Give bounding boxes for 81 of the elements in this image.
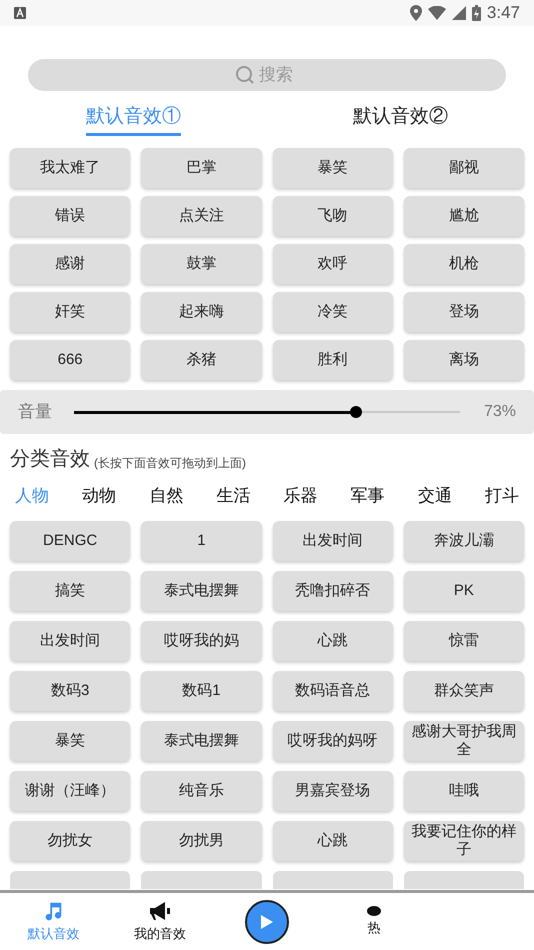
location-icon (410, 5, 422, 21)
tab[interactable]: 默认音效② (267, 103, 534, 136)
sound-button[interactable]: 秃噜扣碎否 (272, 571, 393, 611)
nav-item[interactable]: 热 (320, 906, 428, 938)
sound-button[interactable]: 尴尬 (404, 196, 524, 236)
category-tab[interactable]: 动物 (82, 483, 116, 509)
sound-button[interactable]: 哎呀我的妈 (141, 621, 262, 661)
sound-button[interactable]: 离场 (404, 340, 524, 380)
sound-button[interactable]: 鄙视 (404, 148, 524, 188)
sound-button[interactable]: 数码1 (141, 671, 262, 711)
sound-button[interactable]: 起来嗨 (141, 292, 262, 332)
sound-button[interactable]: 登场 (404, 292, 524, 332)
category-tab[interactable]: 交通 (418, 483, 452, 509)
volume-reading: 73% (482, 402, 516, 422)
app-notification-icon (14, 7, 26, 19)
sound-button[interactable]: 鼓掌 (141, 244, 262, 284)
sound-button[interactable]: 男嘉宾登场 (272, 771, 393, 811)
sound-button[interactable]: 飞吻 (272, 196, 393, 236)
sound-button[interactable]: 数码3 (10, 671, 130, 711)
sound-button[interactable]: 心跳 (272, 621, 393, 661)
search-field[interactable]: 搜索 (28, 59, 506, 91)
sound-button[interactable]: 群众笑声 (404, 671, 524, 711)
sound-button[interactable]: 感谢 (10, 244, 130, 284)
sound-button[interactable]: 勿扰男 (141, 821, 262, 861)
search-input[interactable]: 搜索 (259, 62, 299, 88)
sound-button[interactable]: 我要记住你的样子 (404, 821, 524, 861)
sound-button[interactable]: 出发时间 (272, 521, 393, 561)
play-icon (260, 914, 273, 928)
sound-button[interactable]: 纯音乐 (141, 771, 262, 811)
category-tab[interactable]: 自然 (149, 483, 184, 509)
sound-button[interactable]: DENGC (10, 521, 130, 561)
sound-button[interactable]: 666 (10, 340, 130, 380)
play-button[interactable] (244, 900, 289, 944)
section-hint: (长按下面音效可拖动到上面) (94, 455, 246, 472)
sound-button[interactable]: 勿扰女 (10, 821, 130, 861)
category-tab[interactable]: 打斗 (484, 483, 519, 509)
volume-slider[interactable] (74, 406, 460, 418)
wifi-icon (428, 6, 446, 20)
sound-button[interactable]: 机枪 (404, 244, 524, 284)
sound-button[interactable]: 冷笑 (272, 292, 393, 332)
sound-button[interactable] (10, 871, 130, 889)
sound-button[interactable]: 点关注 (141, 196, 262, 236)
sound-button[interactable]: 泰式电摆舞 (141, 721, 262, 761)
section-title: 分类音效 (10, 447, 90, 472)
sound-button[interactable]: 出发时间 (10, 621, 130, 661)
sound-button[interactable]: 1 (141, 521, 262, 561)
category-tab[interactable]: 生活 (216, 483, 250, 509)
sound-button[interactable]: 胜利 (272, 340, 393, 380)
sound-button[interactable]: 巴掌 (141, 148, 262, 188)
sound-button[interactable]: 杀猪 (141, 340, 262, 380)
sound-button[interactable]: 惊雷 (404, 621, 524, 661)
sound-button[interactable]: 数码语音总 (272, 671, 393, 711)
sound-button[interactable]: 感谢大哥护我周全 (404, 721, 524, 761)
battery-icon (472, 5, 481, 21)
sound-button[interactable]: 奸笑 (10, 292, 130, 332)
category-tab[interactable]: 军事 (350, 483, 385, 509)
slider-thumb[interactable] (350, 406, 362, 418)
sound-button[interactable]: 心跳 (272, 821, 393, 861)
megaphone-icon (148, 900, 172, 922)
nav-item[interactable]: 我的音效 (106, 900, 214, 944)
clock-time: 3:47 (486, 2, 520, 24)
sound-button[interactable]: 哎呀我的妈呀 (272, 721, 393, 761)
sound-button[interactable] (404, 871, 524, 889)
search-icon (235, 65, 255, 85)
category-tab[interactable]: 乐器 (284, 483, 318, 509)
sound-button[interactable]: 错误 (10, 196, 130, 236)
sound-button[interactable]: 奔波儿灞 (404, 521, 524, 561)
dot-icon (366, 906, 381, 916)
sound-button[interactable]: 暴笑 (10, 721, 130, 761)
sound-button[interactable]: PK (404, 571, 524, 611)
sound-button[interactable] (272, 871, 393, 889)
sound-button[interactable] (141, 871, 262, 889)
volume-label: 音量 (18, 401, 52, 424)
sound-button[interactable]: 哇哦 (404, 771, 524, 811)
sound-button[interactable]: 暴笑 (272, 148, 393, 188)
sound-button[interactable]: 泰式电摆舞 (141, 571, 262, 611)
sound-button[interactable]: 搞笑 (10, 571, 130, 611)
sound-button[interactable]: 谢谢（汪峰） (10, 771, 130, 811)
signal-icon (452, 6, 466, 20)
sound-button[interactable]: 欢呼 (272, 244, 393, 284)
sound-button[interactable]: 我太难了 (10, 148, 130, 188)
